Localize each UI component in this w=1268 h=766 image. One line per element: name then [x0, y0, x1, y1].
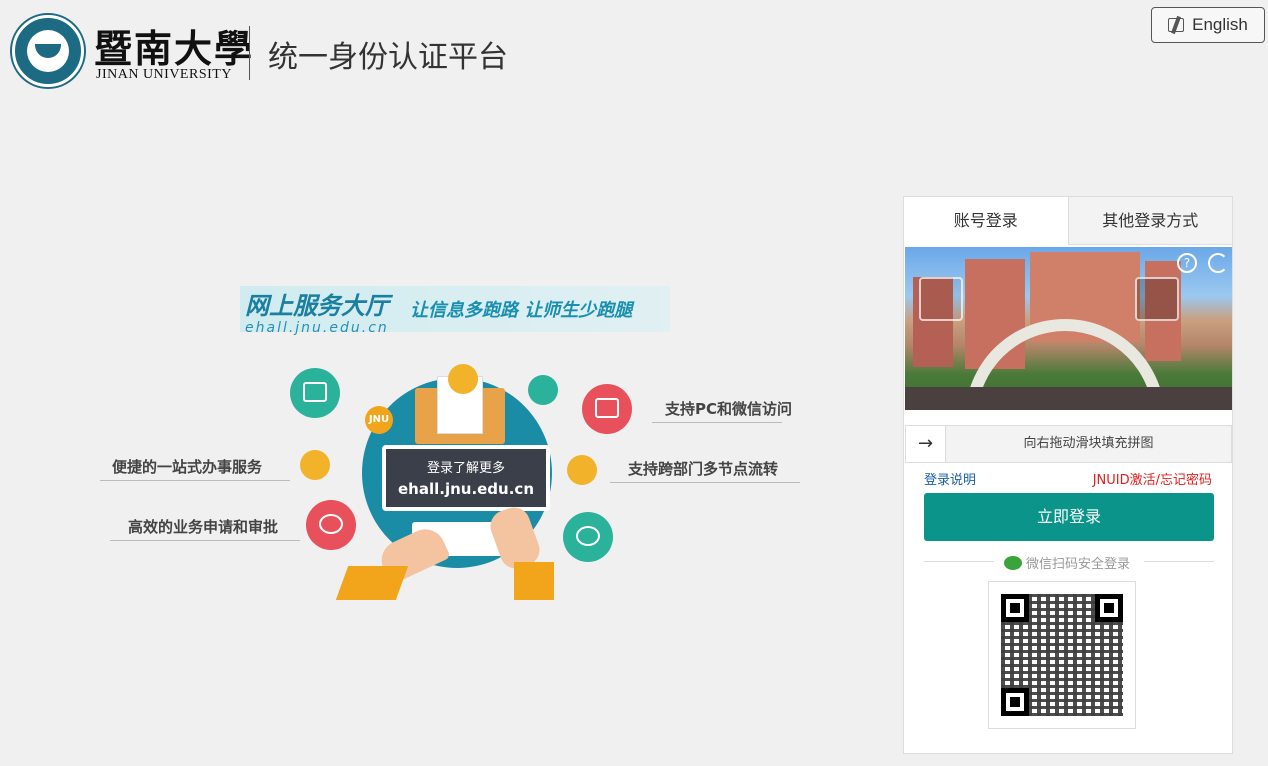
tab-other-login[interactable]: 其他登录方式 — [1067, 197, 1232, 245]
login-help-link[interactable]: 登录说明 — [924, 469, 976, 488]
qr-finder-pattern — [1001, 688, 1029, 716]
leaf-icon — [528, 375, 558, 405]
translate-icon — [1168, 18, 1185, 32]
activate-forgot-password-link[interactable]: JNUID激活/忘记密码 — [1093, 469, 1212, 488]
crowd-strip — [905, 387, 1232, 410]
screen-text-learn-more: 登录了解更多 — [426, 461, 505, 476]
mail-icon — [290, 368, 340, 418]
feature-cross-dept: 支持跨部门多节点流转 — [628, 460, 779, 478]
login-tabs: 账号登录 其他登录方式 — [904, 197, 1232, 245]
banner-slogan: 让信息多跑路 让师生少跑腿 — [410, 300, 633, 321]
service-hall-illustration: 网上服务大厅 让信息多跑路 让师生少跑腿 ehall.jnu.edu.cn 登录… — [100, 280, 820, 610]
feature-pc-wechat: 支持PC和微信访问 — [665, 400, 793, 418]
language-switch-button[interactable]: English — [1151, 7, 1265, 43]
captcha-puzzle-image: ? — [905, 247, 1232, 410]
captcha-slider: → 向右拖动滑块填充拼图 — [905, 425, 1232, 463]
target-icon — [300, 450, 330, 480]
feature-underline — [610, 482, 800, 483]
slider-instruction: 向右拖动滑块填充拼图 — [1023, 436, 1154, 451]
gear-icon — [567, 455, 597, 485]
puzzle-piece — [919, 277, 963, 321]
qr-finder-pattern — [1001, 594, 1029, 622]
wechat-qr-code — [988, 581, 1136, 729]
university-seal-logo — [12, 15, 84, 87]
header-divider — [249, 26, 250, 80]
divider-line — [1144, 561, 1214, 562]
university-name-en: JINAN UNIVERSITY — [96, 67, 232, 82]
banner-url: ehall.jnu.edu.cn — [245, 320, 389, 336]
wechat-icon — [1004, 555, 1022, 570]
help-icon[interactable]: ? — [1177, 253, 1197, 273]
divider-line — [924, 561, 994, 562]
slider-handle-arrow-icon[interactable]: → — [906, 426, 946, 462]
feature-one-stop: 便捷的一站式办事服务 — [112, 458, 263, 476]
refresh-icon[interactable] — [1208, 253, 1228, 273]
university-name-cn: 暨南大學 — [94, 26, 255, 71]
feature-underline — [652, 422, 782, 423]
screen-text-url: ehall.jnu.edu.cn — [397, 480, 534, 498]
wifi-icon — [448, 364, 478, 394]
feature-underline — [110, 540, 300, 541]
globe-icon — [563, 512, 613, 562]
login-button[interactable]: 立即登录 — [924, 493, 1214, 541]
pc-mobile-icon — [582, 384, 632, 434]
tab-account-login[interactable]: 账号登录 — [904, 197, 1068, 245]
wechat-label-wrap: 微信扫码安全登录 — [1004, 553, 1130, 572]
platform-title: 统一身份认证平台 — [268, 40, 508, 75]
wechat-login-divider: 微信扫码安全登录 — [924, 551, 1214, 572]
clock-icon — [306, 500, 356, 550]
feature-underline — [100, 480, 290, 481]
jnu-badge-icon: JNU — [365, 406, 393, 434]
login-panel: 账号登录 其他登录方式 ? → 向右拖动滑块填充拼图 登录说明 JNUID激活/… — [903, 196, 1233, 754]
page-header: 暨南大學 JINAN UNIVERSITY 统一身份认证平台 English — [0, 0, 1268, 100]
sleeve-left-illustration — [335, 566, 409, 600]
sleeve-right-illustration — [514, 562, 554, 600]
documents-illustration — [415, 376, 505, 444]
qr-finder-pattern — [1095, 594, 1123, 622]
wechat-login-label: 微信扫码安全登录 — [1026, 557, 1131, 572]
banner-title: 网上服务大厅 — [245, 292, 389, 320]
language-label: English — [1192, 15, 1248, 34]
puzzle-slot — [1135, 277, 1179, 321]
laptop-screen: 登录了解更多 ehall.jnu.edu.cn — [382, 445, 550, 511]
feature-efficient: 高效的业务申请和审批 — [128, 518, 279, 536]
